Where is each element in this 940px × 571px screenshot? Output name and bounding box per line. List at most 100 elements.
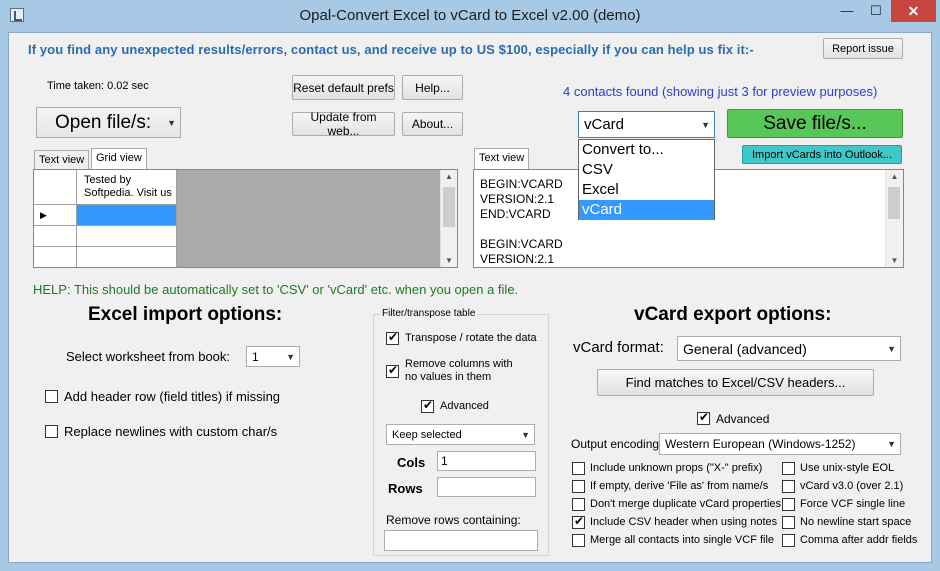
rows-input[interactable] bbox=[437, 477, 536, 497]
vcard-advanced-label: Advanced bbox=[716, 412, 770, 426]
filter-advanced-checkbox[interactable] bbox=[421, 398, 434, 413]
report-issue-button[interactable]: Report issue bbox=[823, 38, 903, 59]
encoding-label: Output encoding: bbox=[571, 437, 663, 451]
time-taken: Time taken: 0.02 sec bbox=[47, 80, 149, 92]
grid-scrollbar[interactable]: ▲ ▼ bbox=[440, 170, 457, 267]
help-text: HELP: This should be automatically set t… bbox=[33, 282, 519, 297]
text-line: VERSION:2.1 bbox=[480, 252, 555, 266]
chevron-down-icon: ▼ bbox=[167, 117, 176, 128]
grid-cell[interactable] bbox=[77, 226, 177, 247]
reset-prefs-button[interactable]: Reset default prefs bbox=[292, 75, 395, 100]
cols-label: Cols bbox=[397, 455, 426, 470]
grid-view: Tested by Softpedia. Visit us ▶ ▲ ▼ bbox=[33, 169, 458, 268]
remove-rows-input[interactable] bbox=[384, 530, 538, 551]
option-checkbox[interactable] bbox=[572, 534, 585, 547]
worksheet-select[interactable]: 1 ▼ bbox=[246, 346, 300, 367]
chevron-down-icon: ▼ bbox=[521, 429, 530, 440]
vcard-advanced-checkbox[interactable] bbox=[697, 410, 710, 425]
filter-advanced-label: Advanced bbox=[440, 400, 489, 412]
update-web-button[interactable]: Update from web... bbox=[292, 110, 395, 138]
text-line: BEGIN:VCARD bbox=[480, 237, 563, 251]
tab-grid-view[interactable]: Grid view bbox=[91, 148, 147, 170]
format-option[interactable]: Convert to... bbox=[579, 140, 714, 160]
grid-cell[interactable] bbox=[77, 247, 177, 267]
worksheet-label: Select worksheet from book: bbox=[66, 349, 231, 364]
add-header-label: Add header row (field titles) if missing bbox=[64, 389, 281, 404]
add-header-checkbox[interactable] bbox=[45, 390, 58, 403]
option-checkbox[interactable] bbox=[782, 480, 795, 493]
option-label: Force VCF single line bbox=[800, 498, 906, 510]
notice-text: If you find any unexpected results/error… bbox=[28, 42, 754, 57]
help-button[interactable]: Help... bbox=[402, 75, 463, 100]
transpose-checkbox[interactable] bbox=[386, 330, 399, 345]
window-title: Opal-Convert Excel to vCard to Excel v2.… bbox=[299, 7, 641, 24]
format-dropdown-list[interactable]: Convert to... CSV Excel vCard bbox=[578, 139, 715, 220]
option-checkbox[interactable] bbox=[782, 516, 795, 529]
row-marker-icon[interactable]: ▶ bbox=[34, 205, 77, 226]
vcard-format-select[interactable]: General (advanced) ▼ bbox=[677, 336, 901, 361]
tab-text-view-left[interactable]: Text view bbox=[34, 150, 90, 170]
encoding-value: Western European (Windows-1252) bbox=[665, 437, 856, 451]
option-label: Include unknown props ("X-" prefix) bbox=[590, 462, 763, 474]
scroll-thumb[interactable] bbox=[443, 187, 455, 227]
text-line: BEGIN:VCARD bbox=[480, 177, 563, 191]
option-label: No newline start space bbox=[800, 516, 912, 528]
option-checkbox[interactable] bbox=[782, 534, 795, 547]
format-option[interactable]: CSV bbox=[579, 160, 714, 180]
maximize-button[interactable]: ☐ bbox=[862, 0, 890, 22]
keep-selected-select[interactable]: Keep selected ▼ bbox=[386, 424, 535, 445]
text-line bbox=[480, 222, 563, 237]
remove-empty-label: Remove columns with no values in them bbox=[405, 358, 513, 383]
option-checkbox[interactable] bbox=[572, 480, 585, 493]
format-option[interactable]: Excel bbox=[579, 180, 714, 200]
option-checkbox-checked[interactable] bbox=[572, 514, 585, 529]
transpose-label: Transpose / rotate the data bbox=[405, 332, 537, 344]
option-checkbox[interactable] bbox=[572, 498, 585, 511]
remove-rows-label: Remove rows containing: bbox=[386, 513, 521, 527]
grid-corner-cell bbox=[34, 170, 77, 205]
option-label: Merge all contacts into single VCF file bbox=[590, 534, 775, 546]
tab-text-view-right[interactable]: Text view bbox=[474, 148, 530, 170]
open-files-dropdown[interactable]: Open file/s: ▼ bbox=[36, 107, 181, 138]
format-select[interactable]: vCard ▼ bbox=[578, 111, 715, 138]
format-option-selected[interactable]: vCard bbox=[579, 200, 714, 220]
text-line: END:VCARD bbox=[480, 207, 551, 221]
chevron-down-icon: ▼ bbox=[701, 119, 710, 130]
close-button[interactable]: ✕ bbox=[891, 0, 936, 22]
vcard-format-value: General (advanced) bbox=[683, 340, 807, 357]
excel-import-heading: Excel import options: bbox=[88, 304, 283, 325]
scroll-down-icon[interactable]: ▼ bbox=[441, 256, 457, 265]
open-files-label: Open file/s: bbox=[55, 111, 152, 133]
option-checkbox[interactable] bbox=[572, 462, 585, 475]
scroll-up-icon[interactable]: ▲ bbox=[441, 172, 457, 181]
grid-header-cell[interactable]: Tested by Softpedia. Visit us bbox=[77, 170, 177, 205]
encoding-select[interactable]: Western European (Windows-1252) ▼ bbox=[659, 433, 901, 455]
about-button[interactable]: About... bbox=[402, 112, 463, 136]
option-label: Don't merge duplicate vCard properties bbox=[590, 498, 782, 510]
replace-newlines-checkbox[interactable] bbox=[45, 425, 58, 438]
contacts-found-text: 4 contacts found (showing just 3 for pre… bbox=[563, 84, 878, 99]
scroll-up-icon[interactable]: ▲ bbox=[886, 172, 903, 181]
option-checkbox[interactable] bbox=[782, 498, 795, 511]
grid-row-header[interactable] bbox=[34, 247, 77, 267]
chevron-down-icon: ▼ bbox=[286, 351, 295, 362]
scroll-down-icon[interactable]: ▼ bbox=[886, 256, 903, 265]
minimize-button[interactable]: — bbox=[833, 0, 861, 22]
worksheet-value: 1 bbox=[252, 349, 259, 364]
vcard-format-label: vCard format: bbox=[573, 339, 664, 356]
remove-empty-checkbox[interactable] bbox=[386, 363, 399, 378]
text-scrollbar[interactable]: ▲ ▼ bbox=[885, 170, 903, 267]
text-line: VERSION:2.1 bbox=[480, 192, 555, 206]
option-checkbox[interactable] bbox=[782, 462, 795, 475]
grid-row-header[interactable] bbox=[34, 226, 77, 247]
save-files-button[interactable]: Save file/s... bbox=[727, 109, 903, 138]
option-label: vCard v3.0 (over 2.1) bbox=[800, 480, 904, 492]
grid-selected-cell[interactable] bbox=[77, 205, 177, 226]
option-label: If empty, derive 'File as' from name/s bbox=[590, 480, 769, 492]
cols-input[interactable]: 1 bbox=[437, 451, 536, 471]
vcard-export-heading: vCard export options: bbox=[634, 304, 832, 325]
import-outlook-button[interactable]: Import vCards into Outlook... bbox=[742, 145, 902, 164]
scroll-thumb[interactable] bbox=[888, 187, 900, 219]
format-select-value: vCard bbox=[584, 116, 625, 133]
find-matches-button[interactable]: Find matches to Excel/CSV headers... bbox=[597, 369, 874, 396]
